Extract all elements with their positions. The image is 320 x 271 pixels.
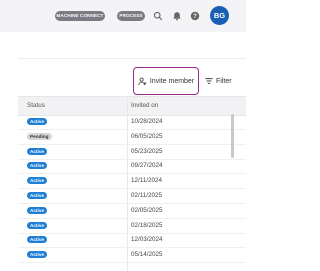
- invited-on-cell: 12/11/2024: [131, 177, 163, 185]
- status-badge: Active: [27, 206, 48, 214]
- status-badge: Active: [27, 177, 48, 185]
- invited-on-cell: 02/11/2025: [131, 192, 163, 199]
- table-header: Status Invited on: [18, 96, 246, 116]
- status-badge: Active: [27, 118, 48, 125]
- table-row[interactable]: Active 02/18/2025: [18, 219, 246, 234]
- invited-on-cell: 05/14/2025: [131, 251, 163, 259]
- invited-on-cell: 05/23/2025: [131, 147, 163, 155]
- status-badge: Active: [27, 236, 48, 244]
- add-user-icon: [138, 77, 147, 85]
- table-row[interactable]: Active 05/14/2025: [18, 248, 246, 264]
- table-row[interactable]: Active 12/03/2024: [18, 233, 246, 249]
- status-badge: Pending: [27, 132, 52, 140]
- table-row[interactable]: Pending 06/05/2025: [18, 130, 246, 145]
- status-badge: Active: [27, 162, 48, 170]
- table-row[interactable]: Active 12/11/2024: [18, 174, 246, 190]
- status-badge: Active: [27, 147, 48, 155]
- filter-label: Filter: [216, 77, 232, 85]
- section-divider: [18, 58, 246, 59]
- bell-icon[interactable]: [172, 11, 182, 21]
- search-icon[interactable]: [153, 11, 163, 21]
- table-row[interactable]: Active 05/23/2025: [18, 145, 246, 160]
- column-header-invited-on[interactable]: Invited on: [131, 102, 158, 109]
- table-row[interactable]: Active 09/27/2024: [18, 159, 246, 175]
- status-badge: Active: [27, 221, 48, 229]
- status-badge: Active: [27, 251, 48, 259]
- table-row[interactable]: Active 02/11/2025: [18, 189, 246, 204]
- scrollbar[interactable]: [231, 114, 234, 158]
- filter-button[interactable]: Filter: [205, 75, 232, 87]
- table-row[interactable]: Active 10/28/2024: [18, 115, 246, 130]
- invited-on-cell: 02/05/2025: [131, 206, 163, 214]
- invited-on-cell: 09/27/2024: [131, 162, 163, 170]
- invited-on-cell: 06/05/2025: [131, 132, 163, 140]
- svg-text:?: ?: [193, 14, 197, 20]
- process-button[interactable]: PROCESS: [117, 11, 145, 21]
- invite-member-button[interactable]: Invite member: [133, 67, 199, 95]
- invited-on-cell: 10/28/2024: [131, 118, 163, 125]
- filter-icon: [205, 78, 213, 84]
- column-header-status[interactable]: Status: [27, 102, 45, 109]
- machine-connect-button[interactable]: MACHINE CONNECT: [55, 11, 105, 21]
- invite-member-label: Invite member: [149, 77, 195, 85]
- top-bar: MACHINE CONNECT PROCESS ? BG: [0, 0, 246, 32]
- invited-on-cell: 12/03/2024: [131, 236, 163, 244]
- table-row[interactable]: Active 02/05/2025: [18, 204, 246, 219]
- user-avatar[interactable]: BG: [210, 6, 229, 25]
- invited-on-cell: 02/18/2025: [131, 221, 163, 229]
- help-icon[interactable]: ?: [190, 11, 200, 21]
- status-badge: Active: [27, 192, 48, 199]
